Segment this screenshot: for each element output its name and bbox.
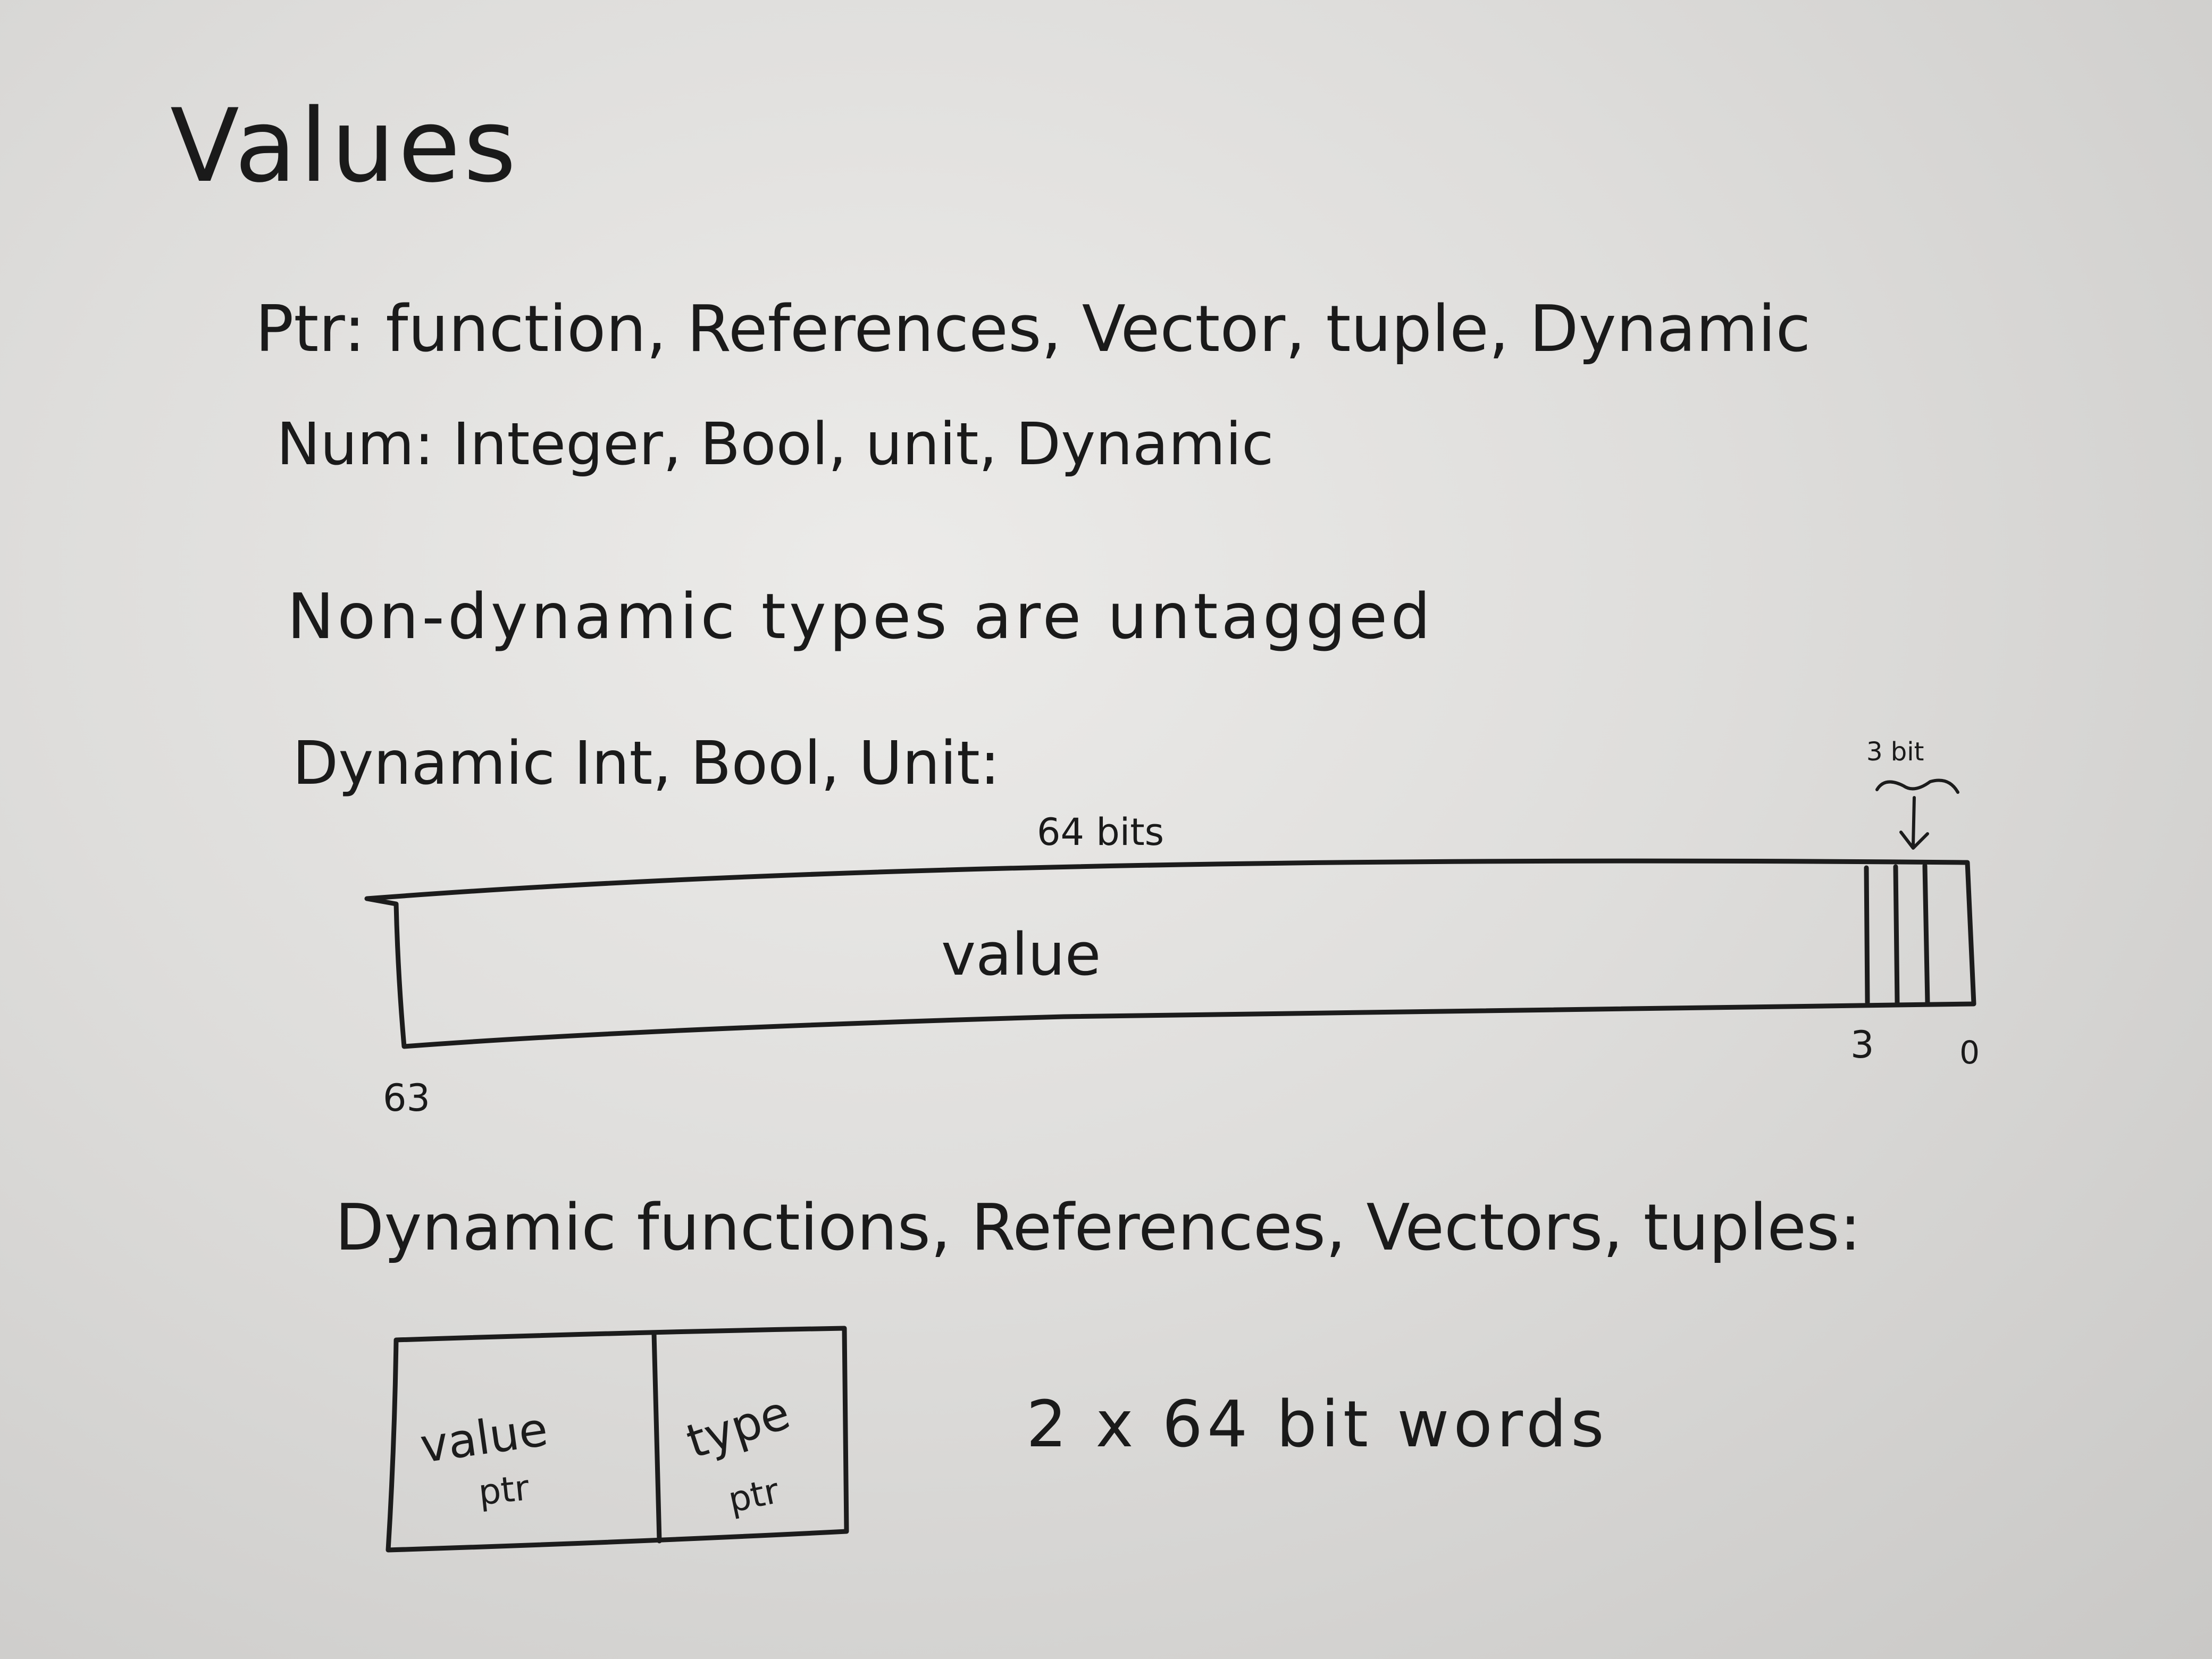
whiteboard: Values Ptr: function, References, Vector… [0, 0, 2212, 1659]
type-ptr-cell-sublabel: ptr [724, 1470, 783, 1521]
bit-index-0: 0 [1959, 1034, 1980, 1071]
bit-index-63: 63 [383, 1076, 431, 1120]
value-field-label: value [941, 920, 1101, 988]
pair-divider [651, 1331, 662, 1544]
tag-arrow [1899, 796, 1929, 850]
tag-divider-3 [1922, 863, 1930, 1006]
pair-size-label: 2 x 64 bit words [1026, 1388, 1608, 1462]
value-ptr-cell-sublabel: ptr [476, 1467, 531, 1513]
bit-index-3: 3 [1850, 1023, 1874, 1067]
tag-divider-2 [1893, 864, 1900, 1006]
word-box [364, 858, 1976, 1049]
tag-brace [1875, 778, 1959, 794]
dynamic-pointer-heading: Dynamic functions, References, Vectors, … [335, 1191, 1862, 1265]
tag-divider-1 [1864, 865, 1870, 1005]
word-width-label: 64 bits [1037, 810, 1164, 854]
tag-width-label: 3 bit [1866, 737, 1924, 767]
